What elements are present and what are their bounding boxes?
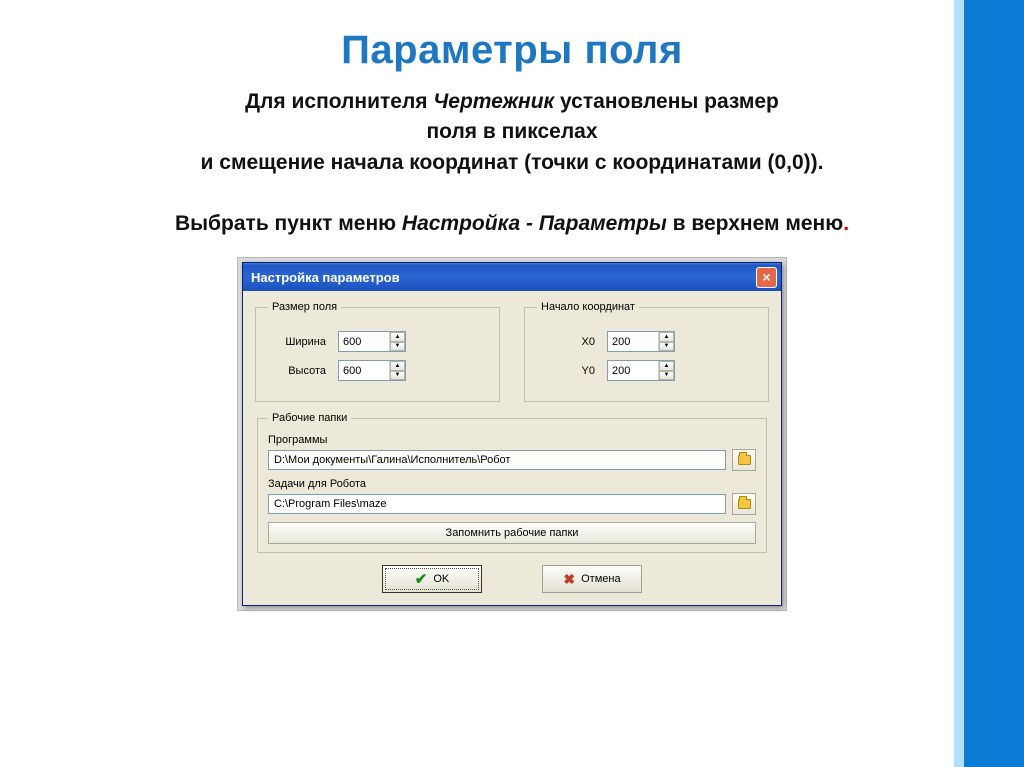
- group-field-size: Размер поля Ширина ▲ ▼: [255, 301, 500, 402]
- spin-down-icon[interactable]: ▼: [659, 342, 674, 352]
- text: и смещение начала координат (точки с коо…: [201, 151, 824, 174]
- text-emphasis: Чертежник: [433, 90, 554, 113]
- remember-folders-button[interactable]: Запомнить рабочие папки: [268, 522, 756, 544]
- y0-spinner[interactable]: ▲ ▼: [607, 360, 675, 381]
- folder-icon: [738, 455, 751, 465]
- spin-up-icon[interactable]: ▲: [659, 361, 674, 371]
- button-label: Отмена: [581, 573, 620, 585]
- dialog-parent-window: Настройка параметров × Размер поля Ширин…: [237, 257, 787, 611]
- x0-input[interactable]: [608, 332, 658, 351]
- x-icon: ✖: [563, 571, 575, 588]
- button-label: Запомнить рабочие папки: [446, 527, 579, 539]
- programs-label: Программы: [268, 434, 756, 446]
- x0-label: X0: [537, 336, 607, 348]
- text: в верхнем меню: [667, 212, 843, 235]
- spin-up-icon[interactable]: ▲: [390, 332, 405, 342]
- width-input[interactable]: [339, 332, 389, 351]
- group-working-folders: Рабочие папки Программы Задачи для Робот…: [257, 412, 767, 553]
- width-label: Ширина: [268, 336, 338, 348]
- text-emphasis: Настройка - Параметры: [402, 212, 667, 235]
- width-spinner[interactable]: ▲ ▼: [338, 331, 406, 352]
- check-icon: ✔: [415, 570, 428, 588]
- window-title: Настройка параметров: [251, 270, 400, 285]
- close-button[interactable]: ×: [756, 267, 777, 288]
- button-label: OK: [433, 573, 449, 585]
- ok-button[interactable]: ✔ OK: [382, 565, 482, 593]
- settings-dialog: Настройка параметров × Размер поля Ширин…: [242, 262, 782, 606]
- spin-up-icon[interactable]: ▲: [390, 361, 405, 371]
- folder-icon: [738, 499, 751, 509]
- height-input[interactable]: [339, 361, 389, 380]
- text: установлены размер: [554, 90, 779, 113]
- spin-down-icon[interactable]: ▼: [390, 371, 405, 381]
- text: Выбрать пункт меню: [175, 212, 402, 235]
- y0-input[interactable]: [608, 361, 658, 380]
- spin-up-icon[interactable]: ▲: [659, 332, 674, 342]
- browse-programs-button[interactable]: [732, 449, 756, 471]
- group-legend: Размер поля: [268, 301, 341, 313]
- text: поля в пикселах: [426, 120, 597, 143]
- close-icon: ×: [762, 269, 770, 285]
- height-label: Высота: [268, 365, 338, 377]
- tasks-label: Задачи для Робота: [268, 478, 756, 490]
- text: Для исполнителя: [245, 90, 433, 113]
- spin-down-icon[interactable]: ▼: [390, 342, 405, 352]
- browse-tasks-button[interactable]: [732, 493, 756, 515]
- slide-accent-bar: [964, 0, 1024, 767]
- x0-spinner[interactable]: ▲ ▼: [607, 331, 675, 352]
- slide-title: Параметры поля: [0, 0, 1024, 73]
- slide-description: Для исполнителя Чертежник установлены ра…: [70, 87, 954, 239]
- text-dot: .: [843, 212, 849, 235]
- cancel-button[interactable]: ✖ Отмена: [542, 565, 642, 593]
- spin-down-icon[interactable]: ▼: [659, 371, 674, 381]
- y0-label: Y0: [537, 365, 607, 377]
- group-origin: Начало координат X0 ▲ ▼: [524, 301, 769, 402]
- programs-path-input[interactable]: [268, 450, 726, 470]
- group-legend: Рабочие папки: [268, 412, 351, 424]
- group-legend: Начало координат: [537, 301, 639, 313]
- height-spinner[interactable]: ▲ ▼: [338, 360, 406, 381]
- titlebar[interactable]: Настройка параметров ×: [243, 263, 781, 291]
- tasks-path-input[interactable]: [268, 494, 726, 514]
